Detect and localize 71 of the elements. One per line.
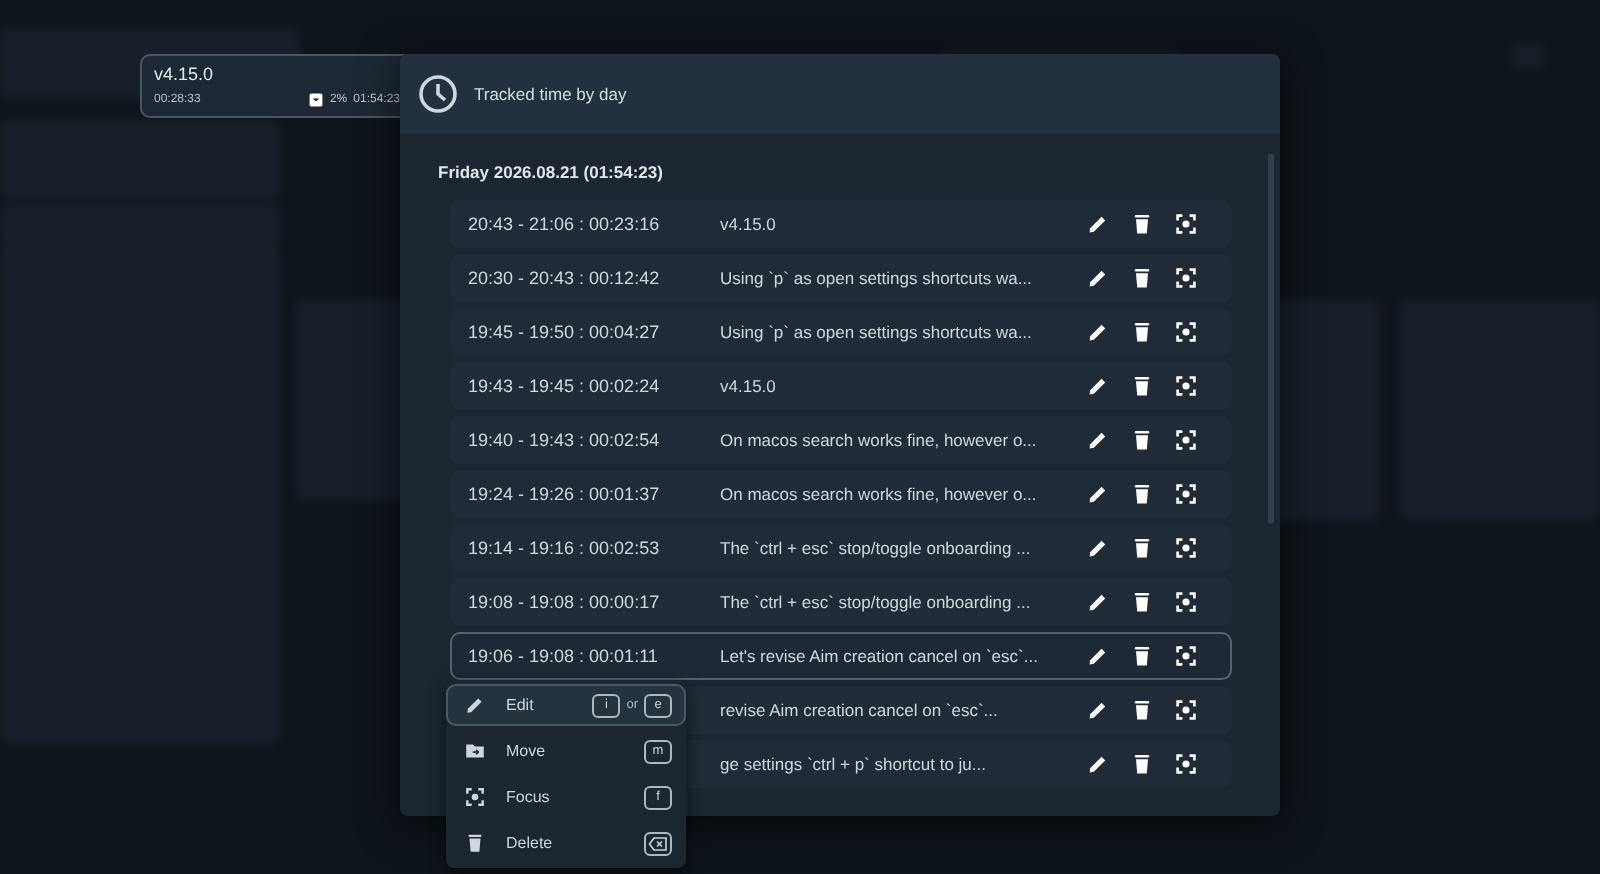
entry-description: On macos search works fine, however o... (720, 430, 1039, 450)
focus-icon[interactable] (1174, 482, 1198, 506)
delete-icon[interactable] (1130, 212, 1154, 236)
focus-icon[interactable] (1174, 320, 1198, 344)
focus-icon[interactable] (1174, 374, 1198, 398)
edit-icon[interactable] (1086, 698, 1110, 722)
folder-icon (464, 740, 486, 762)
entry-description: The `ctrl + esc` stop/toggle onboarding ... (720, 538, 1033, 558)
edit-icon[interactable] (1086, 320, 1110, 344)
entry-description: ge settings `ctrl + p` shortcut to ju... (720, 754, 988, 774)
edit-icon[interactable] (1086, 428, 1110, 452)
time-entry-row[interactable]: 19:43 - 19:45 : 00:02:24 v4.15.0 (450, 362, 1232, 410)
edit-icon[interactable] (1086, 752, 1110, 776)
focus-icon[interactable] (1174, 266, 1198, 290)
focus-icon[interactable] (1174, 212, 1198, 236)
edit-icon[interactable] (1086, 374, 1110, 398)
delete-icon[interactable] (1130, 428, 1154, 452)
entry-description: Let's revise Aim creation cancel on `esc`... (720, 646, 1040, 666)
time-entry-row[interactable]: 19:45 - 19:50 : 00:04:27 Using `p` as open settings shortcuts wa... (450, 308, 1232, 356)
time-entry-row[interactable]: 19:40 - 19:43 : 00:02:54 On macos search works fine, however o... (450, 416, 1232, 464)
edit-icon[interactable] (1086, 536, 1110, 560)
time-entry-row[interactable]: 19:06 - 19:08 : 00:01:11 Let's revise Aim creation cancel on `esc`... (450, 632, 1232, 680)
edit-icon[interactable] (1086, 590, 1110, 614)
time-range: 19:45 - 19:50 : 00:04:27 (468, 322, 662, 342)
time-range: 19:43 - 19:45 : 00:02:24 (468, 376, 662, 396)
time-entry-row[interactable]: 20:43 - 21:06 : 00:23:16 v4.15.0 (450, 200, 1232, 248)
focus-icon[interactable] (1174, 644, 1198, 668)
delete-icon[interactable] (1130, 374, 1154, 398)
edit-icon[interactable] (1086, 482, 1110, 506)
focus-icon (464, 786, 486, 808)
focus-icon[interactable] (1174, 536, 1198, 560)
menu-item[interactable]: Delete (446, 822, 686, 864)
delete-icon[interactable] (1130, 590, 1154, 614)
time-range: 20:30 - 20:43 : 00:12:42 (468, 268, 662, 288)
time-range: 19:40 - 19:43 : 00:02:54 (468, 430, 662, 450)
time-entry-row[interactable]: 19:08 - 19:08 : 00:00:17 The `ctrl + esc` stop/toggle onboarding ... (450, 578, 1232, 626)
time-range: 19:08 - 19:08 : 00:00:17 (468, 592, 662, 612)
edit-icon[interactable] (1086, 266, 1110, 290)
entry-description: Using `p` as open settings shortcuts wa... (720, 322, 1034, 342)
time-entry-row[interactable]: 19:14 - 19:16 : 00:02:53 The `ctrl + esc` stop/toggle onboarding ... (450, 524, 1232, 572)
pencil-icon (464, 694, 486, 716)
edit-icon[interactable] (1086, 212, 1110, 236)
delete-icon[interactable] (1130, 752, 1154, 776)
time-range: 20:43 - 21:06 : 00:23:16 (468, 214, 662, 234)
focus-icon[interactable] (1174, 428, 1198, 452)
delete-icon[interactable] (1130, 644, 1154, 668)
clock-icon (418, 74, 458, 114)
focus-icon[interactable] (1174, 698, 1198, 722)
delete-icon[interactable] (1130, 536, 1154, 560)
focus-icon[interactable] (1174, 752, 1198, 776)
delete-icon[interactable] (1130, 698, 1154, 722)
dialog-title: Tracked time by day (474, 84, 627, 104)
entry-description: v4.15.0 (720, 376, 778, 396)
entry-description: v4.15.0 (720, 214, 778, 234)
focus-icon[interactable] (1174, 590, 1198, 614)
time-range: 19:24 - 19:26 : 00:01:37 (468, 484, 662, 504)
entry-description: revise Aim creation cancel on `esc`... (720, 700, 1000, 720)
time-entry-row[interactable]: 19:24 - 19:26 : 00:01:37 On macos search works fine, however o... (450, 470, 1232, 518)
delete-icon[interactable] (1130, 320, 1154, 344)
delete-icon[interactable] (1130, 482, 1154, 506)
entry-description: Using `p` as open settings shortcuts wa... (720, 268, 1034, 288)
delete-icon[interactable] (1130, 266, 1154, 290)
timer-title: v4.15.0 (154, 64, 216, 86)
entry-description: On macos search works fine, however o... (720, 484, 1039, 504)
edit-icon[interactable] (1086, 644, 1110, 668)
trash-icon (464, 832, 486, 854)
time-range: 19:06 - 19:08 : 00:01:11 (468, 646, 660, 666)
time-range: 19:14 - 19:16 : 00:02:53 (468, 538, 662, 558)
entry-description: The `ctrl + esc` stop/toggle onboarding ... (720, 592, 1033, 612)
time-entry-row[interactable]: 20:30 - 20:43 : 00:12:42 Using `p` as open settings shortcuts wa... (450, 254, 1232, 302)
day-heading: Friday 2026.08.21 (01:54:23) (438, 162, 665, 182)
